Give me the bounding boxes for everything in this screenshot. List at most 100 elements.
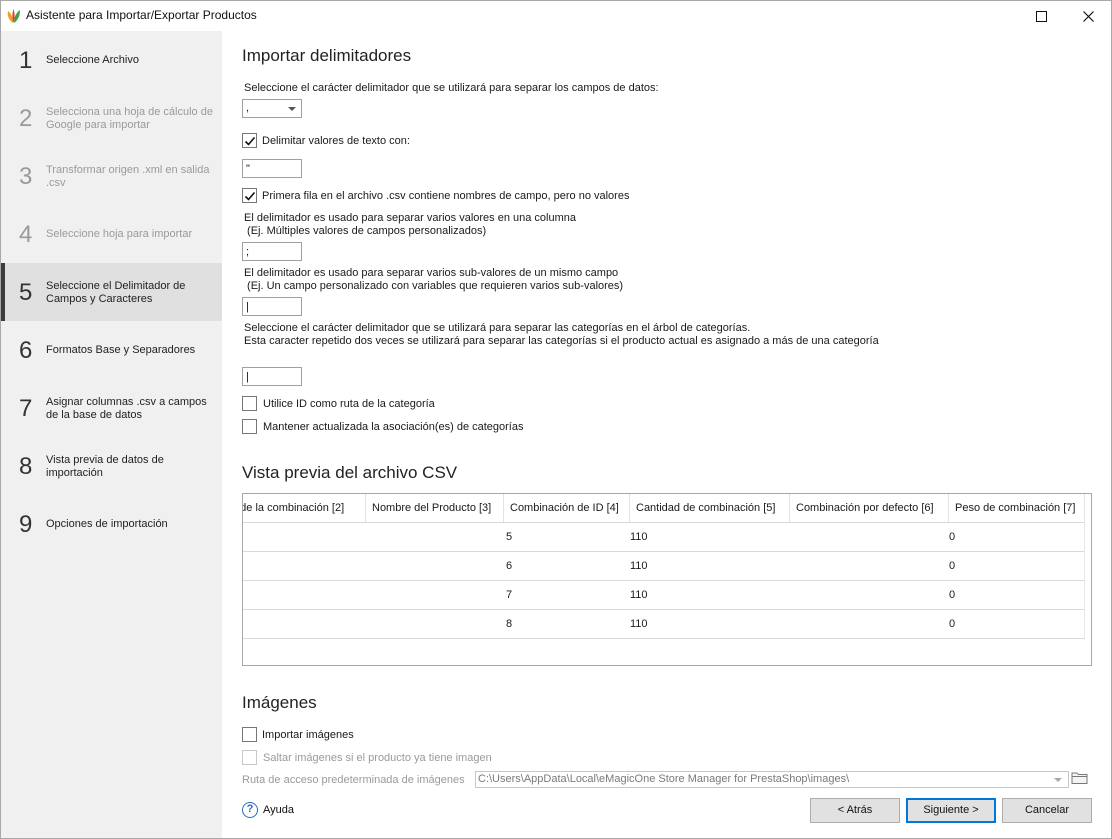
cell-combination-weight: 0 [949, 531, 956, 543]
column-header[interactable]: Peso de combinación [7] [949, 494, 1085, 522]
step-delimiters[interactable]: 5 Seleccione el Delimitador de Campos y … [1, 263, 222, 321]
sub-value-delimiter-input[interactable] [242, 297, 302, 316]
wizard-steps-sidebar: 1 Seleccione Archivo 2 Selecciona una ho… [1, 31, 222, 838]
step-number: 9 [19, 511, 33, 538]
column-header[interactable]: Cantidad de combinación [5] [630, 494, 790, 522]
cell-combination-qty: 110 [630, 560, 648, 572]
step-number: 8 [19, 453, 33, 480]
table-row[interactable]: 6 110 0 [243, 551, 1085, 580]
column-header[interactable]: Combinación por defecto [6] [790, 494, 949, 522]
step-base-formats[interactable]: 6 Formatos Base y Separadores [1, 321, 222, 379]
title-bar: Asistente para Importar/Exportar Product… [1, 1, 1111, 31]
step-label: Seleccione hoja para importar [46, 228, 193, 240]
grid-header: o de la combinación [2] Nombre del Produ… [243, 494, 1085, 522]
step-google-sheet[interactable]: 2 Selecciona una hoja de cálculo de Goog… [1, 89, 222, 147]
browse-folder-button[interactable] [1071, 771, 1091, 788]
step-number: 4 [19, 221, 33, 248]
cell-combination-qty: 110 [630, 618, 648, 630]
sub-value-hint: (Ej. Un campo personalizado con variable… [244, 280, 624, 292]
step-number: 3 [19, 163, 33, 190]
text-qualifier-checkbox[interactable] [242, 133, 257, 148]
grid-scrollbar[interactable] [1084, 522, 1091, 638]
maximize-icon [1035, 10, 1047, 22]
window-title: Asistente para Importar/Exportar Product… [26, 8, 257, 22]
keep-category-association-label: Mantener actualizada la asociación(es) d… [263, 421, 524, 433]
csv-preview-section-title: Vista previa del archivo CSV [242, 463, 458, 482]
import-images-checkbox[interactable] [242, 727, 257, 742]
multi-value-delimiter-input[interactable] [242, 242, 302, 261]
step-number: 2 [19, 105, 33, 132]
image-path-select[interactable]: C:\Users\AppData\Local\eMagicOne Store M… [475, 771, 1069, 788]
cell-combination-qty: 110 [630, 531, 648, 543]
column-header[interactable]: o de la combinación [2] [243, 494, 366, 522]
step-map-columns[interactable]: 7 Asignar columnas .csv a campos de la b… [1, 379, 222, 437]
close-button[interactable] [1065, 1, 1111, 31]
skip-existing-images-checkbox[interactable] [242, 750, 257, 765]
field-delimiter-label: Seleccione el carácter delimitador que s… [244, 82, 659, 94]
back-button[interactable]: < Atrás [810, 798, 900, 823]
step-select-sheet[interactable]: 4 Seleccione hoja para importar [1, 205, 222, 263]
step-transform-xml[interactable]: 3 Transformar origen .xml en salida .csv [1, 147, 222, 205]
import-images-label: Importar imágenes [262, 729, 354, 741]
step-label: Seleccione el Delimitador de Campos y Ca… [46, 280, 186, 305]
step-number: 6 [19, 337, 33, 364]
cell-combination-weight: 0 [949, 618, 956, 630]
first-row-headers-label: Primera fila en el archivo .csv contiene… [262, 190, 630, 202]
grid-divider [243, 638, 1085, 639]
step-label: Asignar columnas .csv a campos de la bas… [46, 396, 207, 421]
cell-combination-id: 6 [506, 560, 513, 572]
step-label: Seleccione Archivo [46, 54, 139, 66]
category-delimiter-input[interactable] [242, 367, 302, 386]
maximize-button[interactable] [1018, 1, 1064, 31]
use-id-category-path-checkbox[interactable] [242, 396, 257, 411]
csv-preview-grid[interactable]: o de la combinación [2] Nombre del Produ… [242, 493, 1092, 666]
sub-value-label: El delimitador es usado para separar var… [244, 267, 619, 279]
next-button[interactable]: Siguiente > [906, 798, 996, 823]
multi-value-hint: (Ej. Múltiples valores de campos persona… [244, 225, 487, 237]
cell-combination-id: 8 [506, 618, 513, 630]
help-label: Ayuda [263, 804, 294, 816]
skip-existing-images-label: Saltar imágenes si el producto ya tiene … [263, 752, 492, 764]
step-preview[interactable]: 8 Vista previa de datos de importación [1, 437, 222, 495]
column-header[interactable]: Nombre del Producto [3] [366, 494, 504, 522]
first-row-headers-checkbox[interactable] [242, 188, 257, 203]
column-header[interactable]: Combinación de ID [4] [504, 494, 630, 522]
step-number: 5 [19, 279, 33, 306]
text-qualifier-label: Delimitar valores de texto con: [262, 135, 410, 147]
cell-combination-id: 5 [506, 531, 513, 543]
table-row[interactable]: 7 110 0 [243, 580, 1085, 609]
use-id-category-path-label: Utilice ID como ruta de la categoría [263, 398, 435, 410]
images-section-title: Imágenes [242, 693, 317, 712]
cell-combination-weight: 0 [949, 589, 956, 601]
image-path-value: C:\Users\AppData\Local\eMagicOne Store M… [478, 773, 850, 785]
step-label: Opciones de importación [46, 518, 168, 530]
image-path-label: Ruta de acceso predeterminada de imágene… [242, 774, 465, 786]
step-label: Selecciona una hoja de cálculo de Google… [46, 106, 213, 131]
table-row[interactable]: 8 110 0 [243, 609, 1085, 638]
text-qualifier-input[interactable] [242, 159, 302, 178]
folder-icon [1071, 772, 1088, 784]
checkmark-icon [244, 191, 256, 201]
wizard-window: Asistente para Importar/Exportar Product… [0, 0, 1112, 839]
chevron-down-icon [288, 107, 296, 111]
step-number: 7 [19, 395, 33, 422]
cancel-button[interactable]: Cancelar [1002, 798, 1092, 823]
step-import-options[interactable]: 9 Opciones de importación [1, 495, 222, 553]
category-delimiter-label: Seleccione el carácter delimitador que s… [244, 322, 751, 334]
cell-combination-qty: 110 [630, 589, 648, 601]
step-number: 1 [19, 47, 33, 74]
checkmark-icon [244, 136, 256, 146]
step-label: Formatos Base y Separadores [46, 344, 196, 356]
app-logo-icon [6, 8, 21, 24]
keep-category-association-checkbox[interactable] [242, 419, 257, 434]
step-label: Vista previa de datos de importación [46, 454, 164, 479]
wizard-main-panel: Importar delimitadores Seleccione el car… [222, 31, 1111, 838]
table-row[interactable]: 5 110 0 [243, 522, 1085, 551]
category-delimiter-hint: Esta caracter repetido dos veces se util… [244, 335, 879, 347]
field-delimiter-select[interactable]: , [242, 99, 302, 118]
chevron-down-icon [1054, 778, 1062, 782]
help-icon: ? [242, 802, 258, 818]
step-select-file[interactable]: 1 Seleccione Archivo [1, 31, 222, 89]
cell-combination-id: 7 [506, 589, 513, 601]
field-delimiter-value: , [246, 102, 250, 114]
